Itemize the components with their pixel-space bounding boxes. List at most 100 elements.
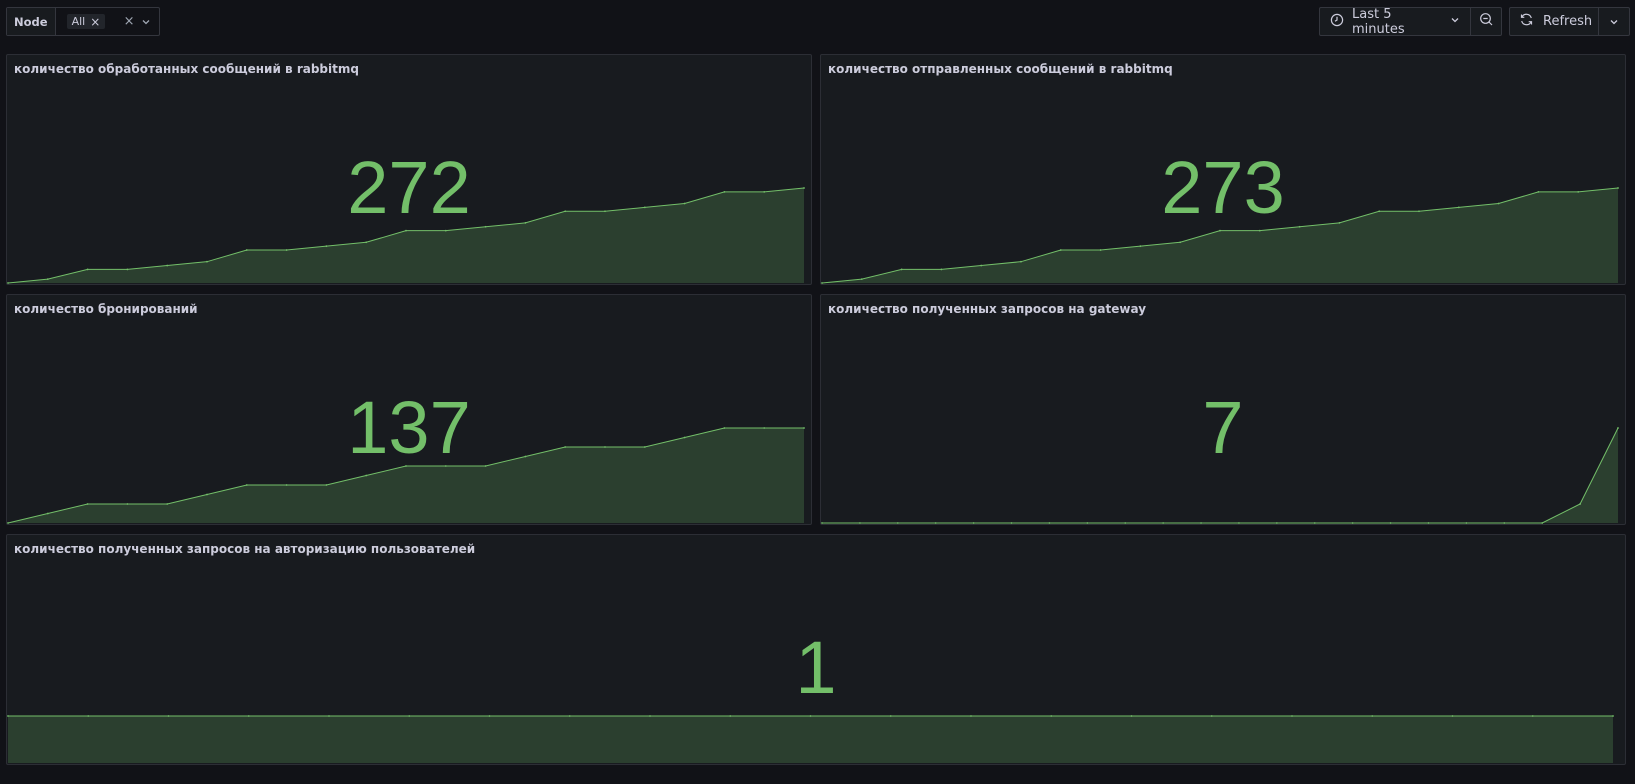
sparkline-point bbox=[1048, 522, 1051, 524]
panel-title: количество полученных запросов на автори… bbox=[14, 542, 476, 556]
refresh-interval-dropdown[interactable] bbox=[1599, 8, 1629, 35]
clock-icon bbox=[1330, 13, 1344, 31]
panel-title: количество отправленных сообщений в rabb… bbox=[828, 62, 1173, 76]
sparkline-point bbox=[1179, 241, 1182, 244]
sparkline-point bbox=[729, 715, 732, 717]
refresh-button[interactable]: Refresh bbox=[1510, 8, 1599, 35]
sparkline-point bbox=[1503, 522, 1506, 524]
sparkline-point bbox=[972, 522, 975, 524]
stat-panel-sent-messages[interactable]: количество отправленных сообщений в rabb… bbox=[820, 54, 1626, 285]
sparkline-point bbox=[1579, 503, 1581, 505]
sparkline-point bbox=[1531, 715, 1534, 717]
sparkline-point bbox=[1086, 522, 1089, 524]
sparkline-point bbox=[1291, 715, 1293, 717]
sparkline-point bbox=[1219, 229, 1221, 232]
sparkline-point bbox=[821, 522, 823, 524]
sparkline-point bbox=[1258, 229, 1261, 232]
sparkline-point bbox=[285, 484, 288, 486]
node-variable-select[interactable]: All × × bbox=[56, 8, 159, 35]
stat-value: 7 bbox=[1202, 386, 1244, 469]
sparkline-point bbox=[934, 522, 937, 524]
panel-title: количество полученных запросов на gatewa… bbox=[828, 302, 1147, 316]
sparkline-point bbox=[1010, 522, 1013, 524]
sparkline-point bbox=[859, 522, 861, 524]
stat-value: 137 bbox=[347, 386, 471, 469]
sparkline-point bbox=[87, 715, 90, 717]
sparkline-point bbox=[1275, 522, 1278, 524]
sparkline-point bbox=[1020, 260, 1022, 263]
sparkline-point bbox=[86, 268, 89, 271]
refresh-picker: Refresh bbox=[1509, 7, 1630, 36]
sparkline-area bbox=[8, 716, 1613, 763]
sparkline-point bbox=[86, 503, 89, 505]
sparkline-point bbox=[325, 245, 328, 248]
node-variable-picker: Node All × × bbox=[6, 7, 160, 36]
stat-value: 1 bbox=[795, 626, 837, 709]
sparkline-point bbox=[46, 278, 49, 281]
sparkline-point bbox=[167, 715, 170, 717]
sparkline-point bbox=[126, 503, 129, 505]
sparkline-point bbox=[328, 715, 330, 717]
refresh-icon bbox=[1519, 12, 1534, 31]
sparkline-point bbox=[247, 715, 250, 717]
stat-panel-auth-requests[interactable]: количество полученных запросов на автори… bbox=[6, 534, 1626, 765]
sparkline-point bbox=[245, 249, 248, 251]
sparkline-point bbox=[365, 241, 368, 244]
zoom-out-button[interactable] bbox=[1471, 8, 1501, 35]
sparkline-point bbox=[206, 260, 208, 263]
sparkline-point bbox=[7, 282, 9, 284]
chevron-down-icon bbox=[1450, 14, 1460, 29]
sparkline-point bbox=[126, 268, 129, 271]
sparkline-point bbox=[809, 715, 812, 717]
sparkline-point bbox=[46, 512, 49, 515]
zoom-out-icon bbox=[1479, 12, 1494, 31]
sparkline-point bbox=[1541, 522, 1544, 524]
sparkline-point bbox=[1210, 715, 1213, 717]
sparkline-point bbox=[325, 484, 328, 486]
sparkline-point bbox=[405, 229, 407, 232]
sparkline-point bbox=[1298, 225, 1301, 228]
sparkline-point bbox=[484, 465, 487, 467]
sparkline-point bbox=[1313, 522, 1316, 524]
sparkline-point bbox=[940, 268, 943, 271]
stat-panel-processed-messages[interactable]: количество обработанных сообщений в rabb… bbox=[6, 54, 812, 285]
sparkline-point bbox=[1612, 715, 1614, 717]
sparkline-point bbox=[1139, 245, 1142, 248]
chevron-down-icon bbox=[1609, 12, 1619, 31]
sparkline-point bbox=[889, 715, 892, 717]
sparkline-point bbox=[1162, 522, 1165, 524]
selected-value-chip: All × bbox=[66, 14, 106, 29]
sparkline-point bbox=[1059, 249, 1062, 251]
clear-icon[interactable]: × bbox=[124, 15, 135, 28]
sparkline-point bbox=[980, 264, 983, 267]
sparkline-point bbox=[166, 264, 169, 267]
sparkline-point bbox=[1099, 249, 1102, 251]
time-range-button[interactable]: Last 5 minutes bbox=[1320, 6, 1471, 37]
sparkline-point bbox=[860, 278, 863, 281]
stat-panel-gateway-requests[interactable]: количество полученных запросов на gatewa… bbox=[820, 294, 1626, 525]
sparkline-point bbox=[1200, 522, 1202, 524]
sparkline-point bbox=[408, 715, 411, 717]
sparkline-point bbox=[1465, 522, 1468, 524]
sparkline-point bbox=[821, 282, 823, 284]
sparkline-point bbox=[568, 715, 571, 717]
stat-panel-bookings[interactable]: количество бронирований 137 bbox=[6, 294, 812, 525]
sparkline-point bbox=[488, 715, 491, 717]
panel-title: количество бронирований bbox=[14, 302, 198, 316]
chevron-down-icon[interactable] bbox=[141, 12, 151, 31]
refresh-label: Refresh bbox=[1543, 14, 1593, 29]
sparkline-point bbox=[285, 249, 288, 251]
panel-title: количество обработанных сообщений в rabb… bbox=[14, 62, 359, 76]
sparkline-point bbox=[484, 225, 487, 228]
remove-chip-icon[interactable]: × bbox=[90, 16, 100, 28]
stat-value: 273 bbox=[1161, 146, 1285, 229]
sparkline-point bbox=[166, 503, 169, 505]
node-variable-label: Node bbox=[7, 8, 56, 35]
sparkline-point bbox=[896, 522, 899, 524]
sparkline-point bbox=[970, 715, 972, 717]
time-range-label: Last 5 minutes bbox=[1352, 6, 1405, 37]
sparkline-point bbox=[1238, 522, 1240, 524]
sparkline-point bbox=[1371, 715, 1374, 717]
sparkline-point bbox=[900, 268, 903, 271]
sparkline-point bbox=[444, 229, 447, 232]
